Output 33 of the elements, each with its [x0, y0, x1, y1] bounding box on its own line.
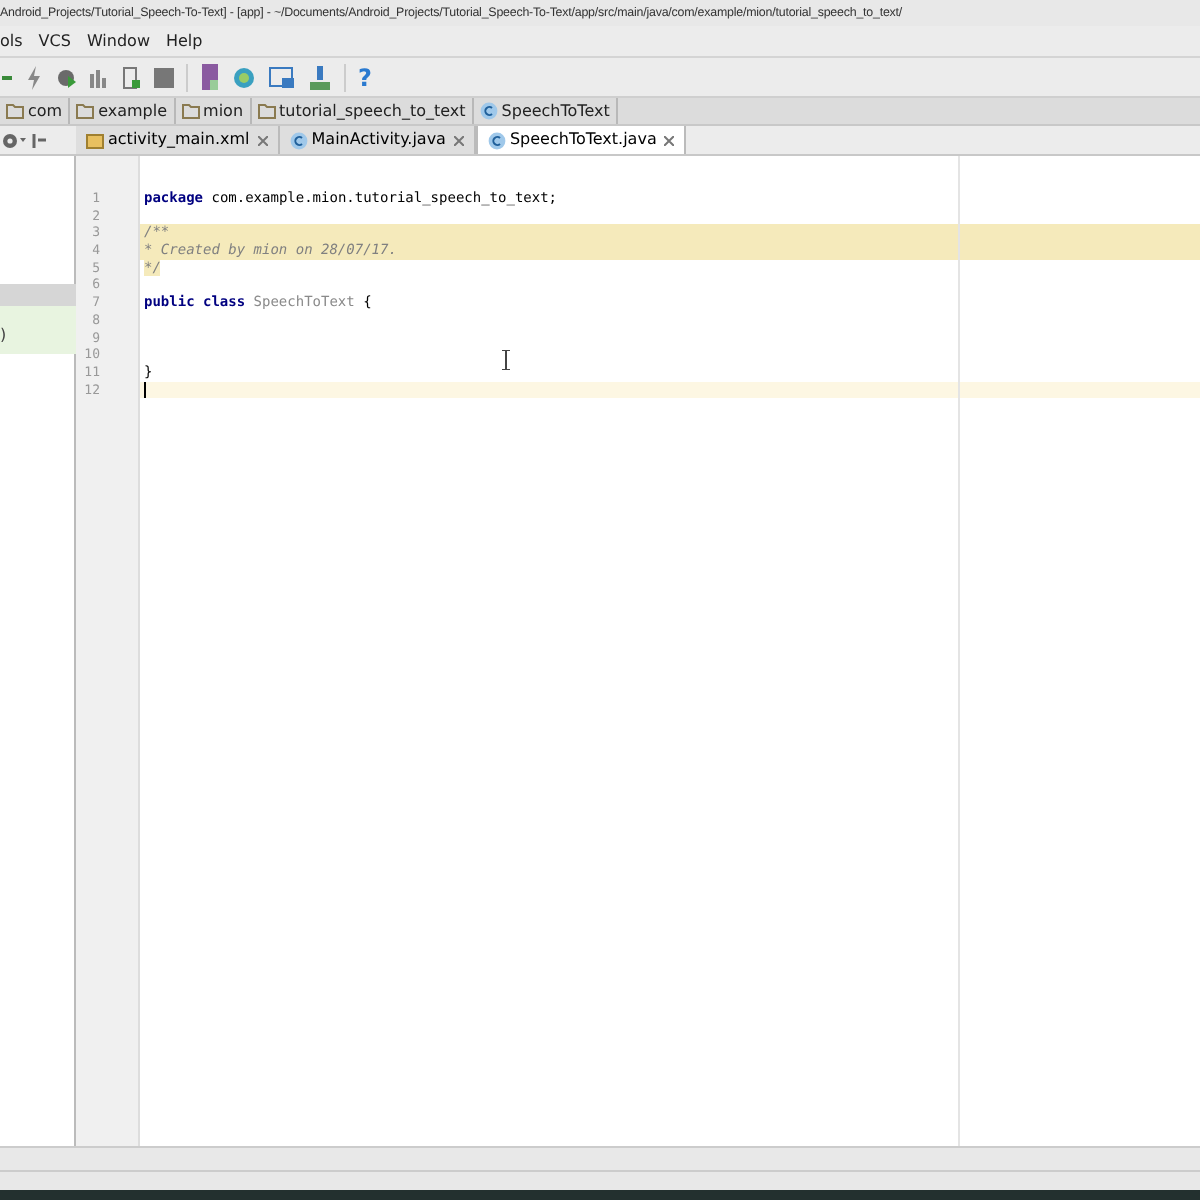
- breadcrumb[interactable]: com: [0, 98, 71, 124]
- stop-icon[interactable]: [154, 67, 174, 87]
- menu-item[interactable]: Window: [86, 29, 150, 53]
- help-icon[interactable]: ?: [358, 65, 372, 89]
- breadcrumb[interactable]: tutorial_speech_to_text: [251, 98, 474, 124]
- editor-tab[interactable]: MainActivity.java: [279, 126, 476, 154]
- lightning-icon[interactable]: [26, 65, 42, 89]
- class-icon: [487, 131, 506, 149]
- class-icon: [289, 131, 308, 149]
- caret: [144, 381, 146, 398]
- tree-item-text: ): [0, 326, 7, 344]
- bug-icon[interactable]: [54, 65, 78, 89]
- folder-icon: [181, 102, 200, 120]
- folder-icon: [257, 102, 276, 120]
- menu-item[interactable]: Help: [165, 29, 203, 53]
- menu-item[interactable]: ols: [0, 29, 23, 53]
- breadcrumb[interactable]: mion: [175, 98, 252, 124]
- folder-icon: [6, 102, 24, 120]
- close-icon[interactable]: [453, 135, 464, 145]
- gear-icon[interactable]: [2, 131, 26, 149]
- profiler-icon[interactable]: [90, 65, 110, 89]
- device-icon[interactable]: [122, 65, 142, 89]
- breadcrumb[interactable]: example: [70, 98, 176, 124]
- text-cursor-icon: [502, 350, 510, 370]
- menu-item[interactable]: VCS: [38, 29, 71, 53]
- close-icon[interactable]: [257, 135, 268, 145]
- file-icon: [86, 131, 104, 149]
- class-icon: [479, 102, 498, 120]
- breadcrumb[interactable]: SpeechToText: [473, 98, 618, 124]
- editor-tab[interactable]: SpeechToText.java: [475, 126, 687, 154]
- folder-icon: [76, 102, 95, 120]
- editor-tab[interactable]: activity_main.xml: [76, 126, 280, 154]
- close-icon[interactable]: [664, 135, 675, 145]
